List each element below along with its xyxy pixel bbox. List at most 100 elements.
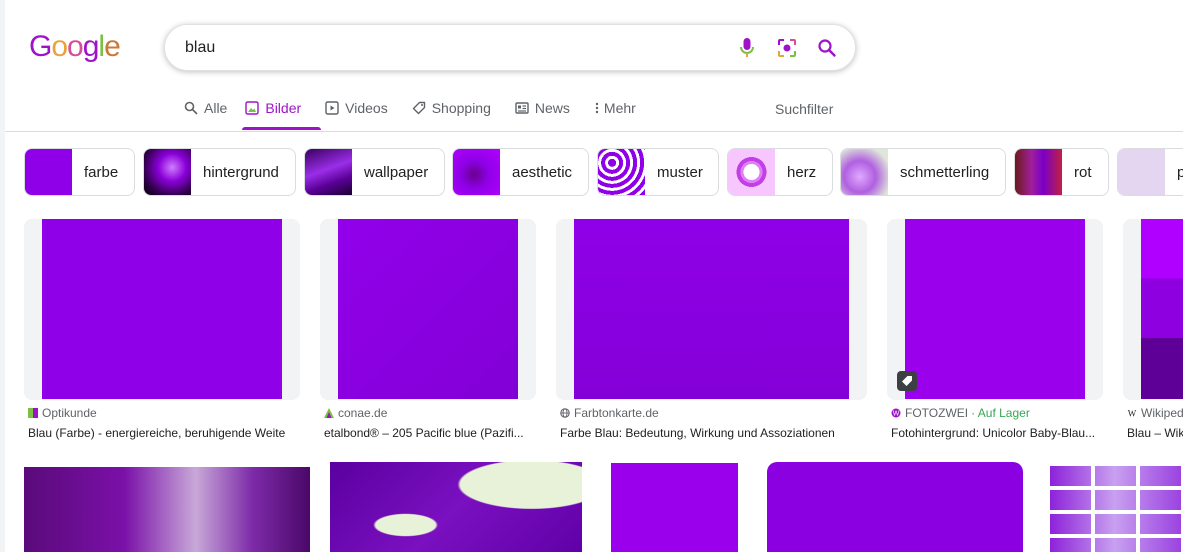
globe-icon (560, 408, 570, 418)
chip-thumbnail (305, 149, 352, 195)
result-image[interactable] (574, 219, 849, 399)
shopping-tag-icon (897, 371, 917, 391)
result-source[interactable]: Farbtonkarte.de (560, 406, 659, 420)
chip-muster[interactable]: muster (597, 148, 719, 196)
search-icon (184, 101, 198, 115)
logo-letter: o (51, 30, 68, 63)
result-source[interactable]: Optikunde (28, 406, 97, 420)
news-icon (515, 101, 529, 115)
google-logo[interactable]: Google (29, 30, 121, 64)
chip-thumbnail (453, 149, 500, 195)
chip-thumbnail (728, 149, 775, 195)
chip-label: herz (787, 163, 817, 181)
favicon-icon (28, 408, 38, 418)
chip-label: aesthetic (512, 163, 573, 181)
favicon-icon (324, 408, 334, 418)
chip-hintergrund[interactable]: hintergrund (143, 148, 296, 196)
tab-videos[interactable]: Videos (325, 96, 388, 120)
result-image[interactable] (24, 467, 310, 552)
result-image[interactable] (330, 462, 582, 552)
result-title[interactable]: Fotohintergrund: Unicolor Baby-Blau... (891, 426, 1103, 440)
tab-alle[interactable]: Alle (184, 96, 227, 120)
chip-label: wallpaper (364, 163, 429, 181)
image-container (556, 219, 867, 400)
image-result[interactable]: Optikunde Blau (Farbe) - energiereiche, … (24, 219, 300, 444)
image-result[interactable]: conae.de etalbond® – 205 Pacific blue (P… (320, 219, 536, 444)
tab-label: News (534, 100, 570, 116)
search-input[interactable] (185, 37, 705, 59)
logo-letter: g (82, 30, 100, 63)
result-image[interactable] (42, 219, 282, 399)
in-stock-label: · Auf Lager (971, 406, 1030, 420)
search-icon[interactable] (815, 36, 839, 60)
logo-letter: e (104, 30, 121, 63)
image-container (320, 219, 536, 400)
chip-thumbnail (25, 149, 72, 195)
tag-icon (412, 101, 426, 115)
chip-thumbnail (841, 149, 888, 195)
chip-label: p (1165, 164, 1183, 181)
camera-lens-icon[interactable] (775, 36, 799, 60)
chip-rot[interactable]: rot (1014, 148, 1109, 196)
source-name: Farbtonkarte.de (574, 406, 659, 420)
tab-label: Alle (204, 100, 228, 116)
image-container (1123, 219, 1183, 400)
more-vert-icon (594, 101, 600, 115)
google-images-page: Google Alle Bilder Videos (0, 0, 1183, 552)
chip-thumbnail (1015, 149, 1062, 195)
result-image[interactable] (905, 219, 1085, 399)
tab-label: Mehr (603, 100, 636, 116)
result-image[interactable] (338, 219, 518, 399)
tab-news[interactable]: News (515, 96, 570, 120)
result-title[interactable]: etalbond® – 205 Pacific blue (Pazifi... (324, 426, 536, 440)
chip-label: schmetterling (900, 163, 990, 181)
source-name: Optikunde (42, 406, 97, 420)
logo-letter: G (29, 30, 52, 63)
tab-bilder[interactable]: Bilder (245, 96, 301, 120)
chip-label: hintergrund (203, 163, 279, 181)
tab-mehr[interactable]: Mehr (594, 96, 636, 120)
chip-wallpaper[interactable]: wallpaper (304, 148, 445, 196)
chip-p[interactable]: p (1117, 148, 1183, 196)
chip-label: farbe (84, 163, 119, 181)
result-source[interactable]: W FOTOZWEI · Auf Lager (891, 406, 1030, 420)
wikipedia-icon: W (1127, 408, 1137, 419)
image-result[interactable]: W Wikipedia Blau – Wikipedia (1123, 219, 1183, 444)
svg-text:W: W (893, 411, 900, 418)
suchfilter-button[interactable]: Suchfilter (775, 101, 833, 117)
chip-thumbnail (144, 149, 191, 195)
source-name: Wikipedia (1141, 406, 1183, 420)
chip-herz[interactable]: herz (727, 148, 833, 196)
chip-label: muster (657, 163, 703, 181)
result-source[interactable]: conae.de (324, 406, 387, 420)
tab-shopping[interactable]: Shopping (412, 96, 491, 120)
result-title[interactable]: Blau (Farbe) - energiereiche, beruhigend… (28, 426, 300, 440)
result-image[interactable] (1046, 462, 1183, 552)
search-box (164, 24, 856, 71)
image-icon (245, 101, 260, 115)
source-name: conae.de (338, 406, 388, 420)
image-container (24, 219, 300, 400)
image-container (887, 219, 1103, 400)
chip-aesthetic[interactable]: aesthetic (452, 148, 589, 196)
mic-icon[interactable] (735, 36, 759, 60)
result-title[interactable]: Farbe Blau: Bedeutung, Wirkung und Assoz… (560, 426, 867, 440)
chip-farbe[interactable]: farbe (24, 148, 135, 196)
chip-thumbnail (1118, 149, 1165, 195)
result-image[interactable] (767, 462, 1023, 552)
tab-label: Shopping (431, 100, 491, 116)
image-result[interactable]: W FOTOZWEI · Auf Lager Fotohintergrund: … (887, 219, 1103, 444)
window-edge (0, 0, 5, 552)
result-image[interactable] (611, 463, 738, 552)
tab-label: Videos (345, 100, 388, 116)
video-icon (325, 101, 339, 115)
wordpress-icon: W (891, 408, 901, 418)
result-image[interactable] (1141, 219, 1183, 399)
chip-schmetterling[interactable]: schmetterling (840, 148, 1006, 196)
active-tab-indicator (242, 127, 321, 130)
image-result[interactable]: Farbtonkarte.de Farbe Blau: Bedeutung, W… (556, 219, 867, 444)
result-title[interactable]: Blau – Wikipedia (1127, 426, 1183, 440)
chip-label: rot (1074, 163, 1092, 181)
tab-label: Bilder (265, 100, 302, 116)
result-source[interactable]: W Wikipedia (1127, 406, 1183, 420)
